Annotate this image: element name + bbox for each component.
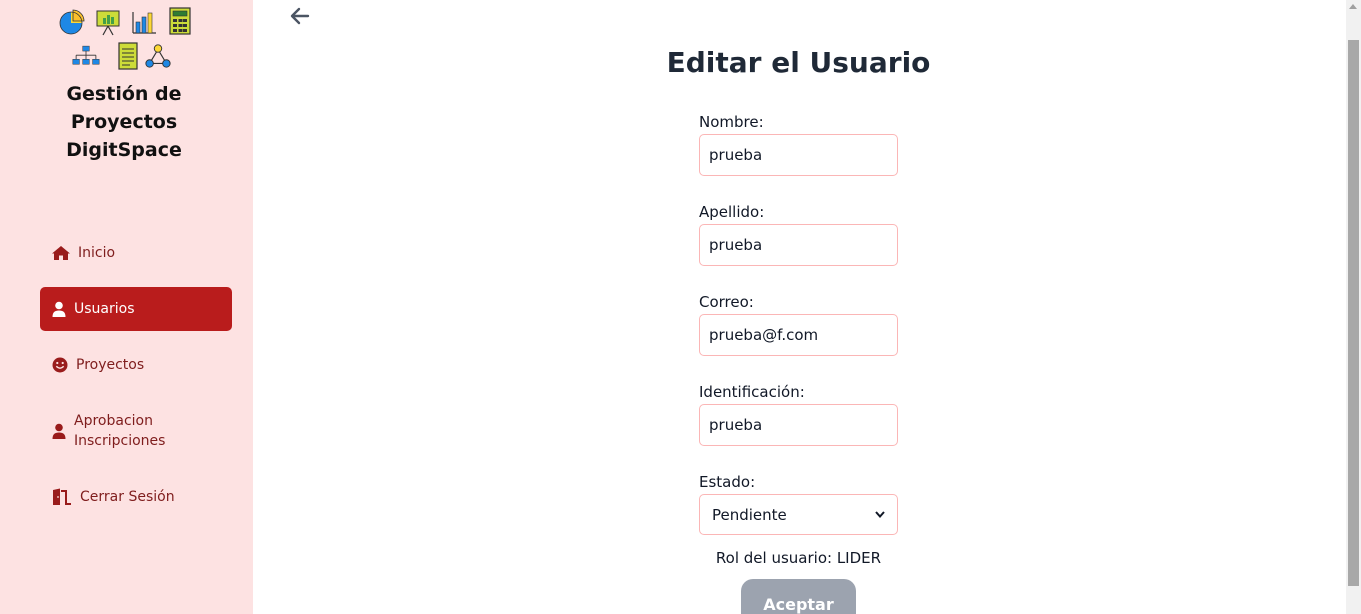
page-title: Editar el Usuario	[666, 46, 931, 79]
sidebar-item-label: Usuarios	[74, 301, 135, 317]
sidebar-item-label: Aprobacion Inscripciones	[74, 411, 165, 451]
org-chart-icon	[72, 45, 100, 65]
sidebar-item-inicio[interactable]: Inicio	[40, 243, 232, 263]
correo-input[interactable]	[699, 314, 898, 356]
identificacion-label: Identificación:	[699, 383, 805, 401]
pie-chart-icon	[59, 9, 85, 35]
app-logo	[58, 6, 193, 72]
sidebar-item-label-line: Inscripciones	[74, 433, 166, 449]
estado-selected-value: Pendiente	[712, 505, 787, 524]
apellido-label: Apellido:	[699, 203, 765, 221]
scrollbar-thumb[interactable]	[1348, 40, 1359, 586]
brand-line: Proyectos	[70, 111, 178, 133]
bar-chart-icon	[132, 12, 156, 34]
sidebar-item-aprobacion-inscripciones[interactable]: Aprobacion Inscripciones	[40, 411, 232, 451]
presentation-board-icon	[96, 10, 120, 36]
user-role-text: Rol del usuario: LIDER	[715, 549, 882, 567]
home-icon	[52, 246, 70, 260]
brand-line: Gestión de	[66, 83, 182, 105]
arrow-left-icon[interactable]	[288, 4, 312, 28]
sidebar: Gestión de Proyectos DigitSpace Inicio U…	[0, 0, 253, 614]
apellido-input[interactable]	[699, 224, 898, 266]
scroll-up-arrow-icon[interactable]	[1349, 4, 1357, 9]
sidebar-item-label-line: Aprobacion	[74, 413, 153, 429]
chevron-down-icon	[875, 511, 885, 518]
brand-title: Gestión de Proyectos DigitSpace	[0, 80, 248, 164]
user-icon	[52, 423, 66, 439]
estado-label: Estado:	[699, 473, 756, 491]
user-icon	[52, 301, 66, 317]
estado-select[interactable]: Pendiente	[699, 494, 898, 535]
smile-icon	[52, 357, 68, 373]
correo-label: Correo:	[699, 293, 754, 311]
sidebar-item-label: Cerrar Sesión	[80, 489, 175, 505]
sidebar-item-label: Proyectos	[76, 357, 145, 373]
nombre-input[interactable]	[699, 134, 898, 176]
door-exit-icon	[53, 488, 71, 505]
sidebar-item-usuarios[interactable]: Usuarios	[40, 287, 232, 331]
app-root: Gestión de Proyectos DigitSpace Inicio U…	[0, 0, 1361, 614]
document-icon	[118, 42, 138, 70]
scrollbar[interactable]	[1346, 0, 1361, 614]
network-icon	[145, 44, 171, 68]
sidebar-item-proyectos[interactable]: Proyectos	[40, 355, 232, 375]
identificacion-input[interactable]	[699, 404, 898, 446]
sidebar-item-label: Inicio	[78, 245, 116, 261]
brand-line: DigitSpace	[66, 139, 182, 161]
calculator-icon	[169, 7, 191, 35]
nombre-label: Nombre:	[699, 113, 764, 131]
accept-button[interactable]: Aceptar	[741, 579, 856, 614]
sidebar-item-cerrar-sesion[interactable]: Cerrar Sesión	[40, 487, 232, 507]
